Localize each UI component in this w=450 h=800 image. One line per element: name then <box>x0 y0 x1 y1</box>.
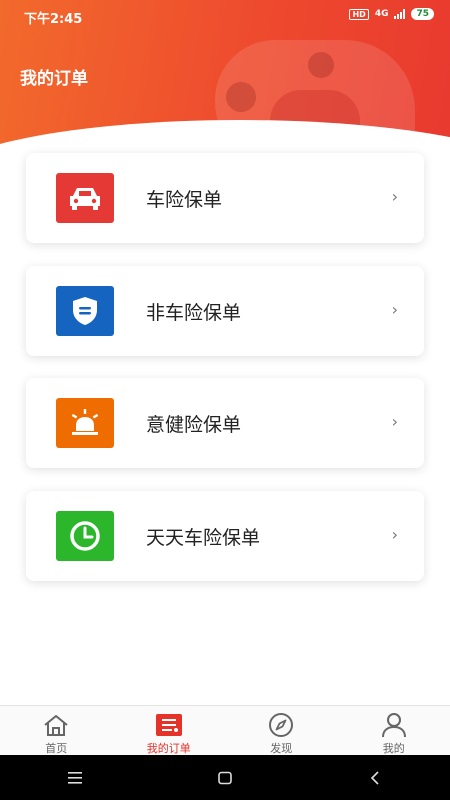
car-icon <box>56 173 114 223</box>
nav-item-me[interactable]: 我的 <box>338 706 450 756</box>
nav-item-discover[interactable]: 发现 <box>225 706 338 756</box>
mascot-eye-left <box>226 82 256 112</box>
card-label: 车险保单 <box>146 189 223 211</box>
chevron-right-icon: › <box>391 187 398 206</box>
accident-health-policy-card[interactable]: 意健险保单 › <box>26 378 424 468</box>
card-label: 天天车险保单 <box>146 527 261 549</box>
status-indicators: HD 4G 75 <box>349 8 434 20</box>
user-icon <box>379 712 409 738</box>
nav-item-home[interactable]: 首页 <box>0 706 113 756</box>
nav-item-my-orders[interactable]: 我的订单 <box>113 706 226 756</box>
order-list-icon <box>154 712 184 738</box>
nav-label: 我的 <box>382 742 405 755</box>
status-bar: 下午2:45 HD 4G 75 <box>0 0 450 30</box>
mascot-mouth <box>270 90 360 160</box>
chevron-right-icon: › <box>391 412 398 431</box>
chevron-right-icon: › <box>391 525 398 544</box>
card-label: 非车险保单 <box>146 302 242 324</box>
shield-icon <box>56 286 114 336</box>
mascot-eye-right <box>308 52 334 78</box>
battery-icon: 75 <box>411 8 434 20</box>
car-insurance-policy-card[interactable]: 车险保单 › <box>26 153 424 243</box>
nav-label: 发现 <box>270 742 293 755</box>
home-square-icon[interactable] <box>205 763 245 793</box>
nav-label: 首页 <box>45 742 68 755</box>
alarm-light-icon <box>56 398 114 448</box>
system-nav-bar <box>0 755 450 800</box>
network-type: 4G <box>374 9 389 19</box>
bottom-nav: 首页 我的订单 发现 我的 <box>0 705 450 756</box>
menu-icon[interactable] <box>55 763 95 793</box>
daily-car-insurance-policy-card[interactable]: 天天车险保单 › <box>26 491 424 581</box>
home-icon <box>41 712 71 738</box>
clock-icon <box>56 511 114 561</box>
compass-icon <box>266 712 296 738</box>
signal-icon <box>394 9 406 19</box>
card-label: 意健险保单 <box>146 414 242 436</box>
non-car-insurance-policy-card[interactable]: 非车险保单 › <box>26 266 424 356</box>
hd-badge: HD <box>349 8 369 20</box>
status-time: 下午2:45 <box>24 12 83 27</box>
nav-label: 我的订单 <box>146 742 191 755</box>
chevron-right-icon: › <box>391 300 398 319</box>
back-icon[interactable] <box>355 763 395 793</box>
page-title: 我的订单 <box>20 69 88 89</box>
